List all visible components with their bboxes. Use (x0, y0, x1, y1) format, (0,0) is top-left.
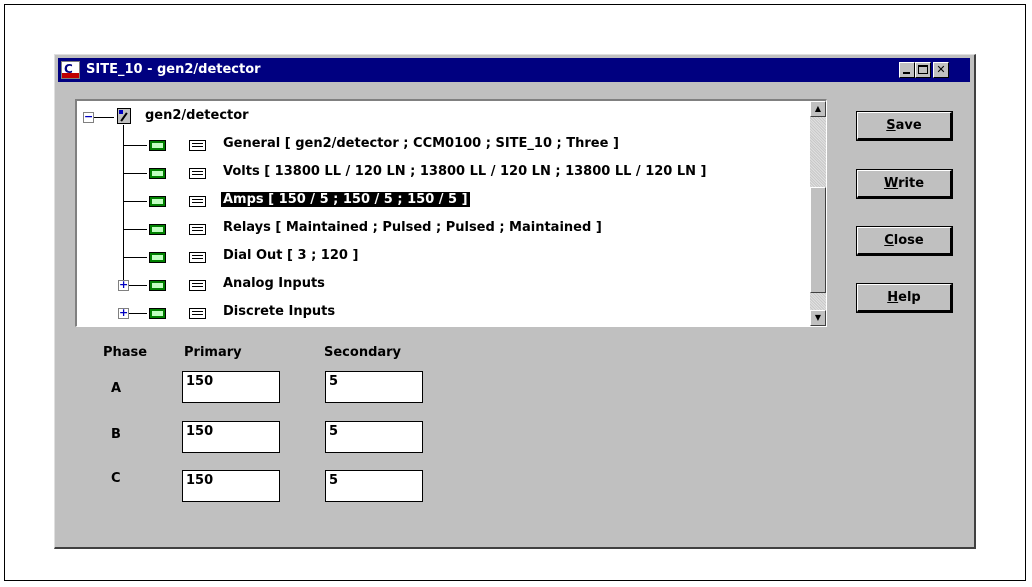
tree-line (123, 257, 147, 258)
minimize-button[interactable] (899, 62, 915, 78)
close-window-button[interactable]: ✕ (933, 62, 949, 78)
maximize-icon (918, 65, 928, 74)
help-label: elp (898, 290, 921, 305)
up-arrow-icon: ▲ (814, 104, 822, 113)
list-icon (189, 252, 206, 263)
tree-line (129, 285, 147, 286)
module-icon (149, 252, 166, 263)
tree-item-label: Relays [ Maintained ; Pulsed ; Pulsed ; … (223, 220, 602, 235)
tree-line (123, 145, 147, 146)
secondary-field-b[interactable]: 5 (325, 421, 423, 453)
module-icon (149, 196, 166, 207)
expand-icon[interactable]: + (118, 279, 129, 291)
list-icon (189, 224, 206, 235)
dialog-window: C SITE_10 - gen2/detector ✕ − gen2/detec… (54, 54, 976, 549)
phase-label-b: B (111, 427, 121, 442)
tree-root-label: gen2/detector (145, 108, 249, 123)
list-icon (189, 308, 206, 319)
module-icon (149, 224, 166, 235)
list-icon (189, 140, 206, 151)
tree-item-label: Discrete Inputs (223, 304, 336, 319)
tree-item-label: General [ gen2/detector ; CCM0100 ; SITE… (223, 136, 619, 151)
config-tree[interactable]: − gen2/detector General [ gen2/detector … (75, 99, 827, 327)
list-icon (189, 196, 206, 207)
scroll-thumb[interactable] (810, 187, 826, 293)
close-hotkey: C (884, 233, 894, 248)
module-icon (149, 168, 166, 179)
scroll-up-button[interactable]: ▲ (810, 101, 826, 117)
primary-header: Primary (184, 345, 242, 360)
primary-field-b[interactable]: 150 (182, 421, 280, 453)
tree-item-label: Dial Out [ 3 ; 120 ] (223, 248, 359, 263)
phase-label-a: A (111, 381, 122, 396)
close-icon: ✕ (936, 63, 946, 76)
save-button[interactable]: Save (856, 111, 953, 141)
tree-line (123, 229, 147, 230)
tree-line (129, 313, 147, 314)
title-bar[interactable]: C SITE_10 - gen2/detector ✕ (58, 58, 970, 82)
maximize-button[interactable] (915, 62, 931, 78)
tree-line (123, 125, 124, 285)
module-icon (149, 308, 166, 319)
device-icon (117, 108, 131, 124)
scroll-down-button[interactable]: ▼ (810, 310, 826, 326)
secondary-header: Secondary (324, 345, 402, 360)
help-hotkey: H (887, 290, 899, 305)
app-icon[interactable]: C (61, 61, 80, 79)
minimize-icon (903, 72, 910, 74)
list-icon (189, 168, 206, 179)
primary-field-c[interactable]: 150 (182, 470, 280, 502)
write-label: rite (898, 176, 925, 191)
primary-field-a[interactable]: 150 (182, 371, 280, 403)
module-icon (149, 280, 166, 291)
help-button[interactable]: Help (856, 283, 953, 313)
tree-line (94, 117, 114, 118)
module-icon (149, 140, 166, 151)
secondary-field-a[interactable]: 5 (325, 371, 423, 403)
expand-icon[interactable]: + (118, 307, 129, 319)
down-arrow-icon: ▼ (814, 313, 822, 322)
secondary-field-c[interactable]: 5 (325, 470, 423, 502)
tree-scrollbar[interactable]: ▲ ▼ (810, 101, 826, 326)
tree-item-label-selected: Amps [ 150 / 5 ; 150 / 5 ; 150 / 5 ] (221, 192, 470, 207)
close-button[interactable]: Close (856, 226, 953, 256)
collapse-icon[interactable]: − (83, 111, 94, 123)
phase-header: Phase (103, 345, 148, 360)
phase-label-c: C (111, 471, 121, 486)
write-hotkey: W (883, 176, 899, 191)
write-button[interactable]: Write (856, 169, 953, 199)
tree-line (123, 173, 147, 174)
save-label: ave (895, 118, 922, 133)
save-hotkey: S (886, 118, 896, 133)
list-icon (189, 280, 206, 291)
tree-item-label: Analog Inputs (223, 276, 325, 291)
tree-item-label: Volts [ 13800 LL / 120 LN ; 13800 LL / 1… (223, 164, 707, 179)
close-label: lose (893, 233, 924, 248)
tree-line (123, 201, 147, 202)
window-title: SITE_10 - gen2/detector (86, 62, 261, 77)
